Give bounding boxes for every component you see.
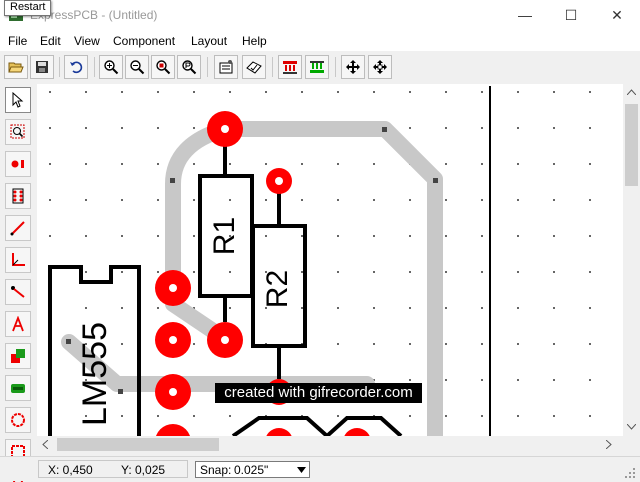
text-letter-icon	[12, 316, 24, 332]
scroll-down-icon[interactable]	[627, 424, 636, 430]
zoom-previous-button[interactable]	[177, 55, 201, 79]
snap-label: Snap:	[200, 463, 232, 477]
undo-button[interactable]	[64, 55, 88, 79]
corner-icon	[12, 253, 25, 266]
y-coordinate: Y: 0,025	[121, 463, 166, 477]
text-tool[interactable]	[5, 311, 31, 337]
menu-view[interactable]: View	[74, 34, 100, 48]
vertical-scroll-thumb[interactable]	[625, 104, 638, 186]
folder-open-icon	[8, 62, 24, 73]
select-tool[interactable]	[5, 87, 31, 113]
move-arrows-icon	[346, 60, 360, 74]
r1-label: R1	[208, 217, 241, 255]
footprint-tool[interactable]	[5, 375, 31, 401]
zoom-area-tool[interactable]	[5, 119, 31, 145]
status-bar: X: 0,450 Y: 0,025 Snap: 0.025"	[0, 456, 640, 481]
open-button[interactable]	[4, 55, 28, 79]
align-icon	[373, 60, 387, 74]
toolbar-separator	[94, 57, 95, 77]
r2-label: R2	[261, 270, 294, 308]
align-button[interactable]	[368, 55, 392, 79]
component-tool[interactable]	[5, 183, 31, 209]
snap-value: 0.025"	[234, 463, 269, 477]
zoom-fit-icon	[156, 60, 171, 75]
scroll-up-icon[interactable]	[627, 89, 636, 95]
top-layer-button[interactable]	[278, 55, 302, 79]
arrow-pointer-icon	[12, 92, 24, 108]
move-button[interactable]	[341, 55, 365, 79]
pad-icon	[11, 160, 24, 168]
x-coordinate: X: 0,450	[48, 463, 93, 477]
chip-icon	[12, 188, 24, 204]
trace-tool[interactable]	[5, 215, 31, 241]
maximize-button[interactable]: ☐	[548, 0, 594, 31]
menu-help[interactable]: Help	[242, 34, 267, 48]
toolbar	[0, 51, 640, 85]
zoom-out-icon	[130, 60, 145, 75]
tooltip: Restart	[4, 0, 52, 16]
watermark: created with gifrecorder.com	[215, 383, 422, 403]
zoom-previous-icon	[182, 60, 197, 75]
toolbar-separator	[272, 57, 273, 77]
top-layer-icon	[283, 61, 297, 74]
menu-component[interactable]: Component	[113, 34, 175, 48]
title-bar: ExpressPCB - (Untitled) — ☐ ✕ Restart	[0, 0, 640, 31]
toolbar-separator	[207, 57, 208, 77]
save-button[interactable]	[30, 55, 54, 79]
footprint-icon	[11, 384, 25, 393]
bottom-layer-icon	[310, 61, 324, 73]
minimize-icon: —	[518, 7, 532, 23]
chevron-down-icon	[297, 467, 306, 473]
scroll-left-icon[interactable]	[42, 440, 48, 449]
corner-tool[interactable]	[5, 247, 31, 273]
circle-icon	[11, 413, 25, 427]
bottom-layer-button[interactable]	[305, 55, 329, 79]
filled-squares-icon	[11, 349, 25, 363]
menu-layout[interactable]: Layout	[191, 34, 227, 48]
undo-icon	[70, 61, 83, 74]
toolbar-separator	[335, 57, 336, 77]
minimize-button[interactable]: —	[502, 0, 548, 31]
snap-select[interactable]: Snap: 0.025"	[195, 461, 310, 478]
horizontal-scrollbar[interactable]	[37, 436, 623, 453]
zoom-in-icon	[104, 60, 119, 75]
menu-file[interactable]: File	[8, 34, 27, 48]
zoom-fit-button[interactable]	[151, 55, 175, 79]
zoom-in-button[interactable]	[99, 55, 123, 79]
properties-button[interactable]	[214, 55, 238, 79]
zoom-out-button[interactable]	[125, 55, 149, 79]
toolbar-separator	[59, 57, 60, 77]
floppy-disk-icon	[36, 61, 48, 73]
zoom-area-icon	[10, 124, 25, 139]
tool-palette	[0, 84, 37, 482]
resize-grip-icon[interactable]	[624, 467, 636, 479]
connect-icon	[11, 286, 25, 298]
pad-tool[interactable]	[5, 151, 31, 177]
menu-bar: File Edit View Component Layout Help	[0, 31, 640, 51]
scroll-right-icon[interactable]	[606, 440, 612, 449]
chip-label: LM555	[76, 322, 114, 426]
trace-icon	[10, 221, 25, 236]
close-button[interactable]: ✕	[594, 0, 640, 31]
scroll-corner	[623, 436, 640, 453]
menu-edit[interactable]: Edit	[40, 34, 61, 48]
connect-tool[interactable]	[5, 279, 31, 305]
check-button[interactable]	[242, 55, 266, 79]
close-icon: ✕	[611, 7, 623, 23]
circle-tool[interactable]	[5, 407, 31, 433]
horizontal-scroll-thumb[interactable]	[57, 438, 219, 451]
check-board-icon	[246, 61, 262, 74]
vertical-scrollbar[interactable]	[623, 84, 640, 436]
filled-shape-tool[interactable]	[5, 343, 31, 369]
maximize-icon: ☐	[564, 7, 578, 23]
properties-icon	[219, 60, 233, 74]
